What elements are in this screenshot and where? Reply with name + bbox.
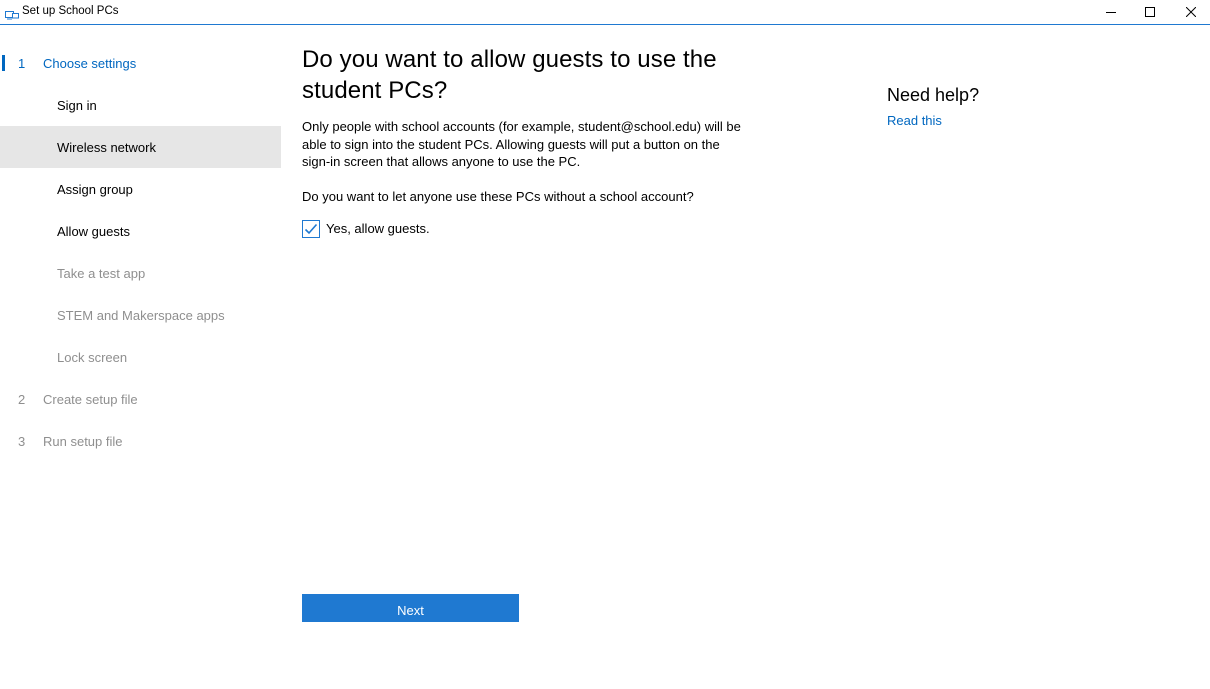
step-label: Run setup file (43, 433, 123, 449)
step-label: Choose settings (43, 55, 137, 71)
allow-guests-label: Yes, allow guests. (326, 221, 430, 236)
substep-label: Allow guests (57, 223, 130, 239)
step-choose-settings[interactable]: 1 Choose settings (0, 42, 281, 84)
step-label: Create setup file (43, 391, 138, 407)
description-text: Only people with school accounts (for ex… (302, 119, 741, 169)
substep-label: Sign in (57, 97, 97, 113)
step-number: 2 (18, 391, 26, 407)
substep-label: Lock screen (57, 349, 128, 365)
setup-steps-sidebar: 1 Choose settings Sign in Wireless netwo… (0, 42, 281, 462)
main-content: Do you want to allow guests to use the s… (302, 44, 762, 238)
substep-wireless-network[interactable]: Wireless network (0, 126, 281, 168)
app-icon (5, 7, 19, 20)
minimize-icon (1106, 7, 1116, 17)
step-number: 3 (18, 433, 26, 449)
next-button[interactable]: Next (302, 594, 519, 622)
question-text: Do you want to let anyone use these PCs … (302, 188, 694, 204)
close-icon (1186, 7, 1196, 17)
close-button[interactable] (1168, 0, 1210, 24)
substep-label: STEM and Makerspace apps (57, 307, 225, 323)
checkmark-icon (304, 223, 318, 235)
window-title: Set up School PCs (22, 5, 119, 17)
help-title: Need help? (887, 85, 980, 105)
substep-stem-makerspace-apps: STEM and Makerspace apps (0, 294, 281, 336)
substep-allow-guests[interactable]: Allow guests (0, 210, 281, 252)
step-create-setup-file: 2 Create setup file (0, 378, 281, 420)
step-run-setup-file: 3 Run setup file (0, 420, 281, 462)
setup-school-pcs-window: Set up School PCs 1 Choose settings Sign… (0, 0, 1210, 689)
allow-guests-option[interactable]: Yes, allow guests. (302, 219, 762, 238)
substep-label: Wireless network (57, 139, 156, 155)
active-step-indicator (2, 55, 5, 71)
substep-sign-in[interactable]: Sign in (0, 84, 281, 126)
read-this-link[interactable]: Read this (887, 113, 942, 128)
allow-guests-checkbox[interactable] (302, 219, 320, 238)
title-bar: Set up School PCs (0, 0, 1210, 25)
substep-take-a-test-app: Take a test app (0, 252, 281, 294)
step-number: 1 (18, 55, 26, 71)
substep-assign-group[interactable]: Assign group (0, 168, 281, 210)
substep-label: Assign group (57, 181, 133, 197)
maximize-button[interactable] (1127, 0, 1173, 24)
maximize-icon (1145, 7, 1155, 17)
page-title: Do you want to allow guests to use the s… (302, 46, 717, 104)
substep-label: Take a test app (57, 265, 146, 281)
substep-lock-screen: Lock screen (0, 336, 281, 378)
help-panel: Need help? Read this (887, 85, 979, 130)
